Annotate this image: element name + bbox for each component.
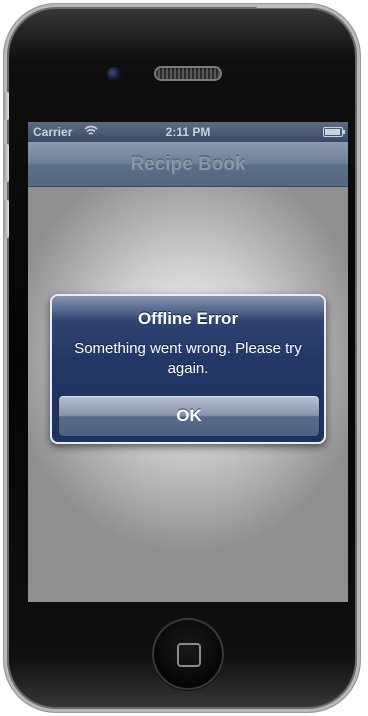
navigation-bar: Recipe Book — [28, 142, 348, 187]
alert-message: Something went wrong. Please try again. — [74, 340, 302, 377]
ok-button[interactable]: OK — [58, 395, 320, 437]
volume-down-button[interactable] — [4, 200, 9, 238]
mute-switch[interactable] — [4, 92, 9, 120]
earpiece-speaker — [154, 66, 222, 81]
phone-frame: Carrier 2:11 PM Recipe Book Offline Erro… — [4, 4, 360, 712]
sleep-button[interactable] — [256, 4, 316, 8]
screen: Carrier 2:11 PM Recipe Book Offline Erro… — [28, 122, 348, 602]
front-camera-icon — [107, 67, 121, 81]
home-square-icon — [177, 643, 201, 667]
home-button[interactable] — [152, 618, 224, 690]
nav-title: Recipe Book — [130, 154, 246, 175]
alert-title: Offline Error — [137, 309, 239, 328]
volume-up-button[interactable] — [4, 144, 9, 182]
battery-icon — [323, 127, 345, 137]
status-bar: Carrier 2:11 PM — [28, 122, 348, 142]
status-time: 2:11 PM — [165, 125, 211, 139]
offline-error-alert: Offline Error Something went wrong. Plea… — [50, 294, 326, 444]
